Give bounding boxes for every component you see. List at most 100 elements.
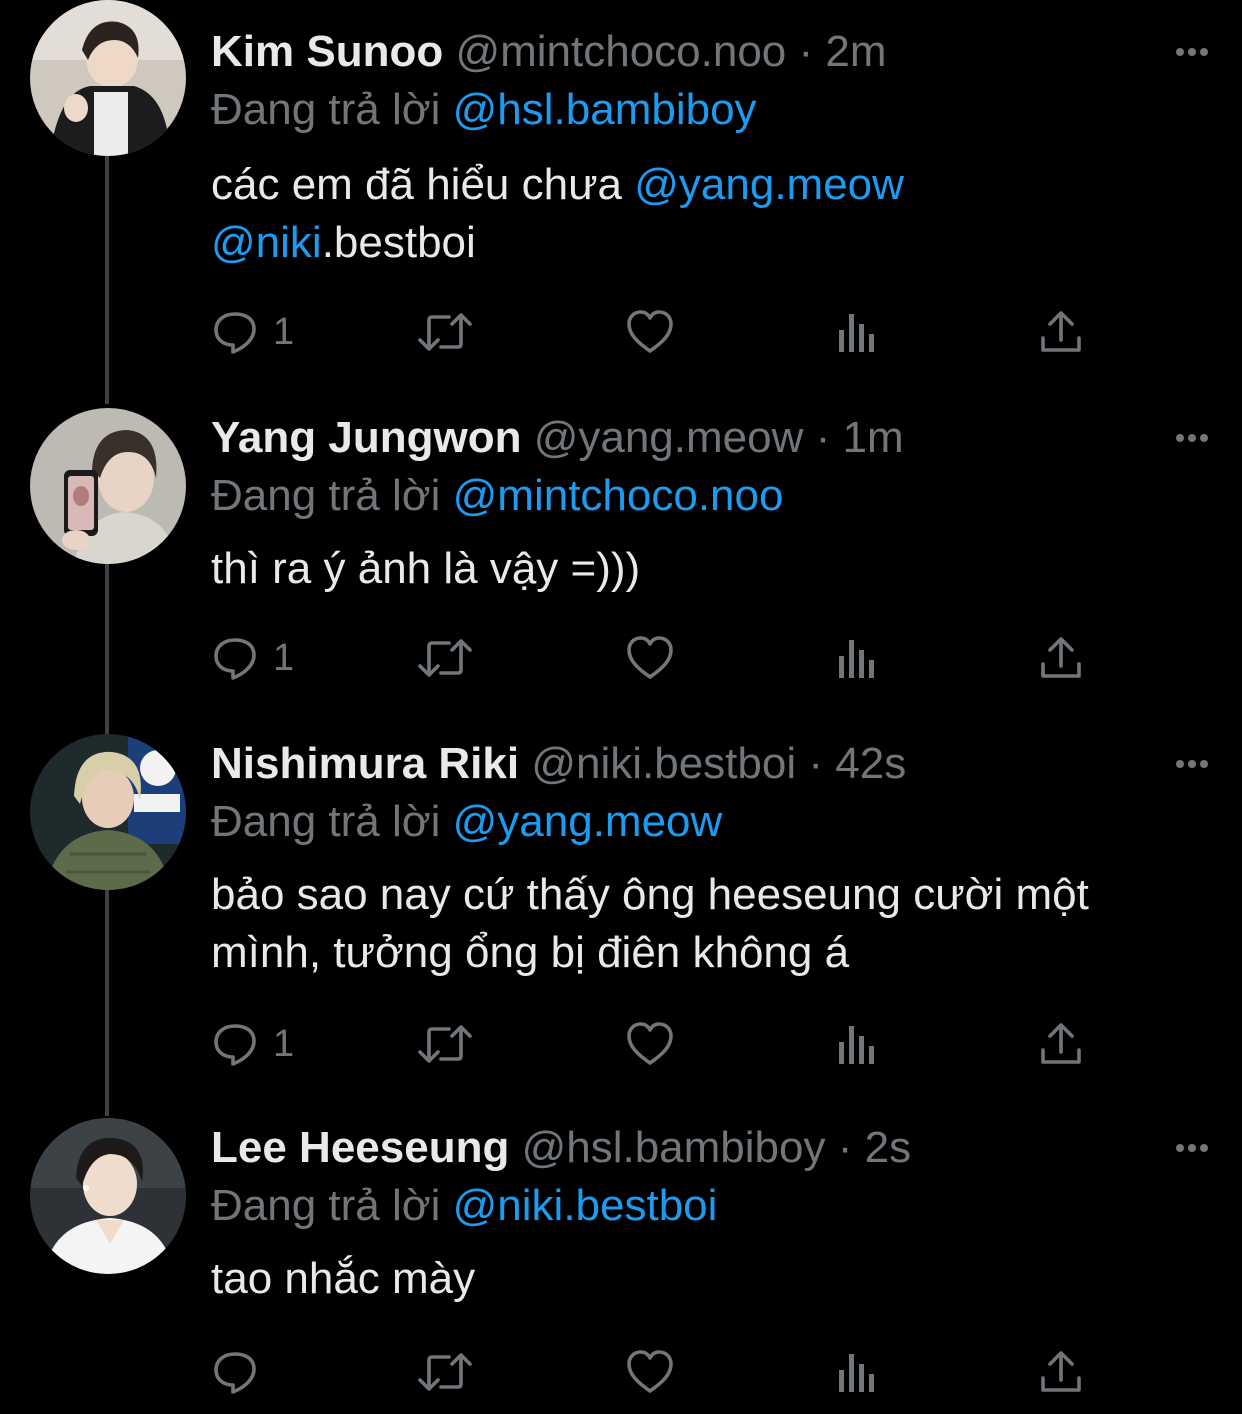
heart-icon	[627, 1350, 673, 1393]
views-icon	[839, 314, 874, 352]
retweet-button[interactable]	[415, 302, 475, 362]
tweet-header: Nishimura Riki @niki.bestboi · 42s	[211, 734, 906, 794]
user-handle[interactable]: @hsl.bambiboy	[522, 1123, 826, 1172]
share-button[interactable]	[1037, 628, 1085, 688]
tweet-text: bảo sao nay cứ thấy ông heeseung cười mộ…	[211, 866, 1211, 982]
display-name[interactable]: Kim Sunoo	[211, 27, 443, 76]
views-button[interactable]	[835, 1342, 879, 1402]
replying-to: Đang trả lời @mintchoco.noo	[211, 466, 783, 526]
share-button[interactable]	[1037, 1014, 1085, 1074]
replying-mention[interactable]: @mintchoco.noo	[453, 471, 784, 520]
retweet-icon	[418, 1025, 472, 1063]
action-bar	[211, 1342, 1111, 1402]
avatar-image	[30, 1118, 186, 1274]
retweet-icon	[418, 639, 472, 677]
reply-button[interactable]: 1	[211, 302, 294, 362]
display-name[interactable]: Yang Jungwon	[211, 413, 521, 462]
like-button[interactable]	[625, 1014, 675, 1074]
heart-icon	[627, 310, 673, 353]
replying-label: Đang trả lời	[211, 1181, 441, 1230]
like-button[interactable]	[625, 628, 675, 688]
separator-dot: ·	[798, 27, 814, 76]
replying-label: Đang trả lời	[211, 797, 441, 846]
separator-dot: ·	[808, 739, 824, 788]
more-options-button[interactable]	[1170, 742, 1214, 786]
avatar-image	[30, 408, 186, 564]
replying-to: Đang trả lời @niki.bestboi	[211, 1176, 717, 1236]
share-button[interactable]	[1037, 1342, 1085, 1402]
replying-mention[interactable]: @yang.meow	[453, 797, 723, 846]
tweet[interactable]: Yang Jungwon @yang.meow · 1m Đang trả lờ…	[0, 408, 1242, 708]
retweet-button[interactable]	[415, 628, 475, 688]
more-icon	[1176, 48, 1208, 56]
action-bar: 1	[211, 1014, 1111, 1074]
retweet-button[interactable]	[415, 1342, 475, 1402]
action-bar: 1	[211, 628, 1111, 688]
reply-icon	[214, 312, 256, 354]
replying-label: Đang trả lời	[211, 85, 441, 134]
like-button[interactable]	[625, 302, 675, 362]
share-button[interactable]	[1037, 302, 1085, 362]
reply-count: 1	[273, 636, 295, 679]
display-name[interactable]: Nishimura Riki	[211, 739, 519, 788]
mention-link[interactable]: @niki	[211, 218, 322, 267]
avatar[interactable]	[30, 0, 186, 156]
tweet-header: Kim Sunoo @mintchoco.noo · 2m	[211, 22, 887, 82]
more-icon	[1176, 760, 1208, 768]
more-icon	[1176, 1144, 1208, 1152]
views-icon	[839, 640, 874, 678]
reply-count: 1	[273, 310, 295, 353]
reply-icon	[214, 638, 256, 680]
timestamp[interactable]: 1m	[842, 413, 903, 462]
views-button[interactable]	[835, 302, 879, 362]
action-bar: 1	[211, 302, 1111, 362]
tweet-text-line: bảo sao nay cứ thấy ông heeseung cười mộ…	[211, 870, 1089, 919]
display-name[interactable]: Lee Heeseung	[211, 1123, 509, 1172]
share-icon	[1041, 637, 1081, 678]
heart-icon	[627, 1022, 673, 1065]
retweet-icon	[418, 313, 472, 351]
like-button[interactable]	[625, 1342, 675, 1402]
more-options-button[interactable]	[1170, 416, 1214, 460]
mention-link[interactable]: @yang.meow	[634, 160, 904, 209]
tweet[interactable]: Nishimura Riki @niki.bestboi · 42s Đang …	[0, 734, 1242, 1094]
retweet-icon	[418, 1353, 472, 1391]
reply-count: 1	[273, 1022, 295, 1065]
tweet-text-part: .bestboi	[321, 218, 476, 267]
more-options-button[interactable]	[1170, 30, 1214, 74]
avatar[interactable]	[30, 734, 186, 890]
reply-icon	[214, 1024, 256, 1066]
avatar[interactable]	[30, 408, 186, 564]
retweet-button[interactable]	[415, 1014, 475, 1074]
share-icon	[1041, 311, 1081, 352]
tweet-text: tao nhắc mày	[211, 1254, 476, 1303]
views-button[interactable]	[835, 1014, 879, 1074]
user-handle[interactable]: @yang.meow	[534, 413, 804, 462]
avatar-image	[30, 0, 186, 156]
timestamp[interactable]: 2m	[825, 27, 886, 76]
reply-button[interactable]	[211, 1342, 273, 1402]
more-options-button[interactable]	[1170, 1126, 1214, 1170]
separator-dot: ·	[815, 413, 831, 462]
user-handle[interactable]: @niki.bestboi	[531, 739, 796, 788]
reply-icon	[214, 1352, 256, 1394]
tweet-text: các em đã hiểu chưa @yang.meow @niki.bes…	[211, 156, 1211, 272]
reply-button[interactable]: 1	[211, 1014, 294, 1074]
avatar-image	[30, 734, 186, 890]
replying-mention[interactable]: @hsl.bambiboy	[453, 85, 757, 134]
timestamp[interactable]: 42s	[835, 739, 906, 788]
views-icon	[839, 1354, 874, 1392]
replying-mention[interactable]: @niki.bestboi	[453, 1181, 718, 1230]
views-button[interactable]	[835, 628, 879, 688]
avatar[interactable]	[30, 1118, 186, 1274]
tweet[interactable]: Kim Sunoo @mintchoco.noo · 2m Đang trả l…	[0, 0, 1242, 380]
tweet-header: Yang Jungwon @yang.meow · 1m	[211, 408, 904, 468]
tweet-text: thì ra ý ảnh là vậy =)))	[211, 544, 641, 593]
tweet[interactable]: Lee Heeseung @hsl.bambiboy · 2s Đang trả…	[0, 1118, 1242, 1414]
user-handle[interactable]: @mintchoco.noo	[455, 27, 786, 76]
heart-icon	[627, 636, 673, 679]
separator-dot: ·	[837, 1123, 853, 1172]
share-icon	[1041, 1023, 1081, 1064]
timestamp[interactable]: 2s	[865, 1123, 911, 1172]
reply-button[interactable]: 1	[211, 628, 294, 688]
